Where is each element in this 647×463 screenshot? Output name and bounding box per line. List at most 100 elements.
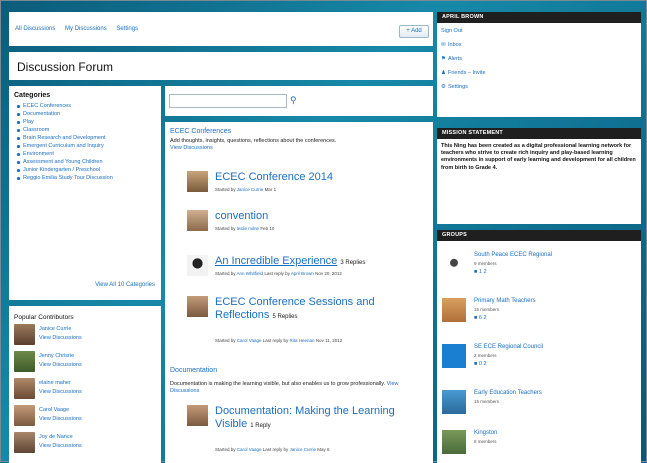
view-discussions-link[interactable]: View Discussions [39,389,82,395]
author-link[interactable]: leslie milne [237,226,259,231]
settings-link[interactable]: ⚙ Settings [441,84,468,90]
section-title[interactable]: Documentation [170,367,217,374]
section-description: Add thoughts, insights, questions, refle… [170,138,428,152]
nav-settings[interactable]: Settings [116,26,138,32]
group-image[interactable] [442,298,466,322]
group-stats-text: 0 2 [478,361,487,367]
category-item[interactable]: Reggio Emilia Study Tour Discussion [17,175,157,181]
category-item[interactable]: Documentation [17,111,157,117]
category-item[interactable]: Junior Kindergarten / Preschool [17,167,157,173]
category-item[interactable]: Classroom [17,127,157,133]
avatar[interactable] [187,296,208,317]
sign-out-link[interactable]: Sign Out [441,28,462,34]
group-name[interactable]: Primary Math Teachers [474,298,536,304]
avatar[interactable] [14,351,35,372]
category-list: ECEC Conferences Documentation Play Clas… [17,103,157,183]
section-title[interactable]: ECEC Conferences [170,128,231,135]
group-name[interactable]: South Peace ECEC Regional [474,252,552,258]
contributors-panel: Popular Contributors Janice Currie View … [9,306,161,463]
right-sidebar: APRIL BROWN Sign Out ✉ Inbox ⚑ Alerts ♟ Fri… [437,12,641,463]
group-item: South Peace ECEC Regional 9 members ■ 1 … [442,250,637,280]
search-input[interactable] [169,94,287,108]
contributor-name[interactable]: Jenny Chrisrie [39,353,74,359]
contributor-row: elaine maher View Discussions [14,378,154,400]
avatar[interactable] [187,210,208,231]
view-discussions-link[interactable]: View Discussions [39,416,82,422]
last-reply-author-link[interactable]: Rita Heenan [290,338,315,343]
groups-heading: GROUPS [437,230,641,241]
avatar[interactable] [187,255,208,276]
view-discussions-link[interactable]: View Discussions [39,443,82,449]
avatar[interactable] [14,432,35,453]
contributor-name[interactable]: Janice Currie [39,326,71,332]
section-description-text: Documentation is making the learning vis… [170,381,386,387]
last-reply-label: Last reply by [262,338,289,343]
author-link[interactable]: Ann Whitfield [237,271,264,276]
discussion-title[interactable]: ECEC Conference Sessions and Reflections… [215,296,427,324]
author-link[interactable]: Carol Vaage [237,338,262,343]
avatar[interactable] [14,378,35,399]
discussion-title[interactable]: ECEC Conference 2014 [215,171,427,184]
last-reply-author-link[interactable]: Janice Currie [290,447,317,452]
nav-all-discussions[interactable]: All Discussions [15,26,55,32]
category-item[interactable]: Emergent Curriculum and Inquiry [17,143,157,149]
friends-link[interactable]: ♟ Friends – Invite [441,70,486,76]
alerts-label[interactable]: Alerts [448,56,462,62]
view-all-categories-link[interactable]: View All 10 Categories [95,282,155,288]
last-reply-author-link[interactable]: April Brown [291,271,314,276]
discussion-title[interactable]: Documentation: Making the Learning Visib… [215,405,427,433]
inbox-link[interactable]: ✉ Inbox [441,42,461,48]
category-item[interactable]: Environment [17,151,157,157]
contributor-name[interactable]: Carol Vaage [39,407,69,413]
category-item[interactable]: Assessment and Young Children [17,159,157,165]
view-discussions-link[interactable]: View Discussions [170,145,213,151]
add-button[interactable]: + Add [399,25,429,38]
avatar[interactable] [187,405,208,426]
group-stats: ■ 0 2 [474,361,487,367]
page: All Discussions My Discussions Settings … [0,0,647,463]
group-image[interactable] [442,390,466,414]
group-members: 9 members [474,261,497,266]
contributor-name[interactable]: Joy de Nance [39,434,73,440]
last-reply-label: Last reply by [262,447,289,452]
settings-label[interactable]: Settings [448,84,468,90]
group-item: Kingston 8 members [442,428,637,458]
group-name[interactable]: Early Education Teachers [474,390,542,396]
contributors-heading: Popular Contributors [14,314,74,321]
last-reply-label: Last reply by [264,271,290,276]
avatar[interactable] [14,324,35,345]
avatar[interactable] [187,171,208,192]
category-item[interactable]: Play [17,119,157,125]
search-panel: ⚲ [165,86,433,116]
alerts-link[interactable]: ⚑ Alerts [441,56,462,62]
search-icon[interactable]: ⚲ [290,95,297,106]
sign-out-label[interactable]: Sign Out [441,28,462,34]
discussion-title-text[interactable]: An Incredible Experience [215,255,337,267]
friends-label[interactable]: Friends – Invite [448,70,486,76]
author-link[interactable]: Carol Vaage [237,447,262,452]
contributor-row: Janice Currie View Discussions [14,324,154,346]
contributor-row: Jenny Chrisrie View Discussions [14,351,154,373]
author-link[interactable]: Janice Currie [237,187,264,192]
group-name[interactable]: Kingston [474,430,497,436]
discussion-title[interactable]: An Incredible Experience 3 Replies [215,255,427,270]
group-image[interactable] [442,344,466,368]
discussion-title[interactable]: convention [215,210,427,223]
discussion-title-text[interactable]: Documentation: Making the Learning Visib… [215,405,395,430]
discussion-title-text[interactable]: ECEC Conference 2014 [215,171,333,183]
group-name[interactable]: SE ECE Regional Council [474,344,543,350]
view-discussions-link[interactable]: View Discussions [39,335,82,341]
avatar[interactable] [14,405,35,426]
discussion-title-text[interactable]: convention [215,210,268,222]
category-item[interactable]: Brain Research and Development [17,135,157,141]
category-item[interactable]: ECEC Conferences [17,103,157,109]
group-image[interactable] [442,430,466,454]
contributor-name[interactable]: elaine maher [39,380,71,386]
group-image[interactable] [442,252,466,276]
group-item: Primary Math Teachers 15 members ■ 6 2 [442,296,637,326]
nav-my-discussions[interactable]: My Discussions [65,26,107,32]
view-discussions-link[interactable]: View Discussions [39,362,82,368]
inbox-label[interactable]: Inbox [448,42,461,48]
group-item: SE ECE Regional Council 2 members ■ 0 2 [442,342,637,372]
discussion-meta: Started by Carol Vaage Last reply by Jan… [215,447,330,452]
